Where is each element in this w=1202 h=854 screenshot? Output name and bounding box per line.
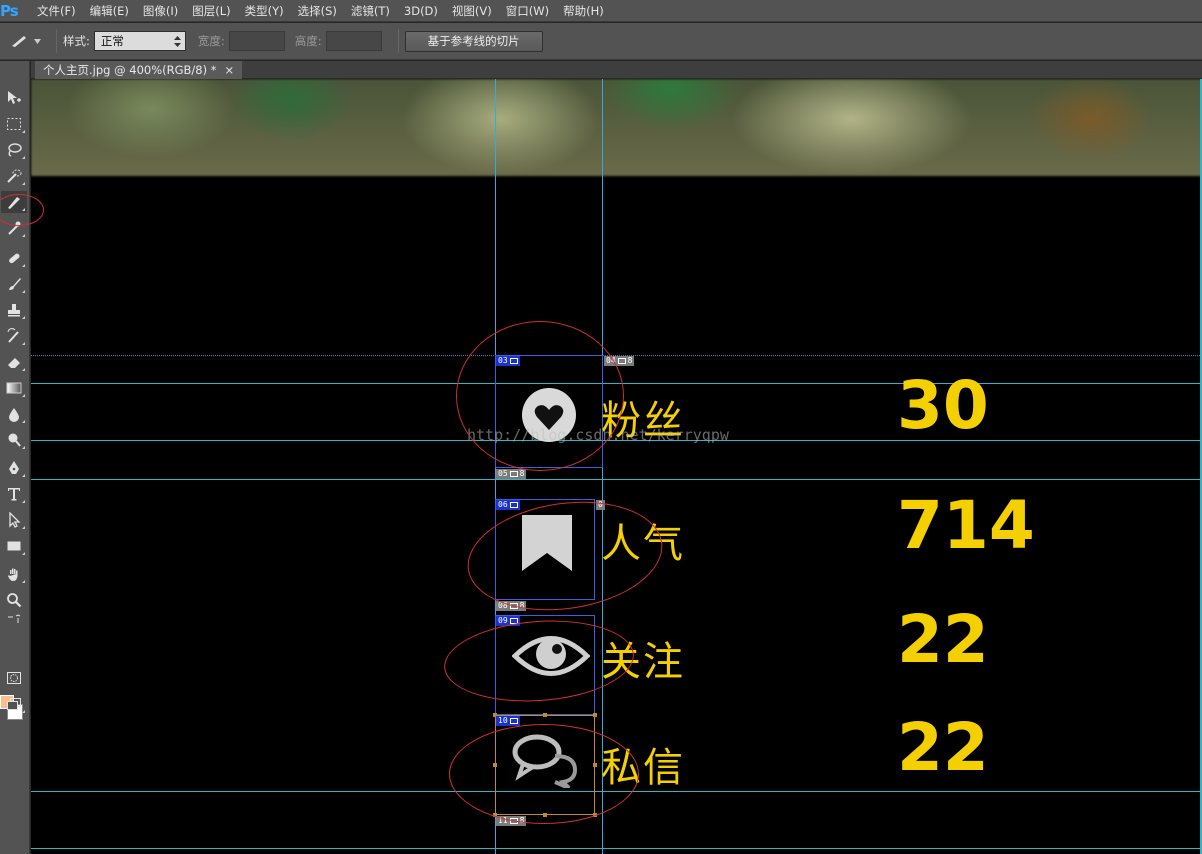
lasso-icon [8, 143, 22, 157]
annotation-ellipse [441, 614, 637, 708]
rectangle-shape-icon [7, 541, 21, 551]
tool-preset-picker[interactable] [0, 34, 50, 48]
background-photo-strip [31, 79, 1202, 176]
tools-panel [0, 61, 30, 854]
marquee-tool[interactable] [1, 113, 27, 135]
menu-select[interactable]: 选择(S) [291, 0, 344, 22]
width-label: 宽度: [197, 34, 225, 48]
menu-edit[interactable]: 编辑(E) [83, 0, 136, 22]
options-bar: 样式: 正常 宽度: 高度: 基于参考线的切片 [0, 23, 1202, 60]
quick-mask-icon [7, 672, 21, 684]
menu-window[interactable]: 窗口(W) [499, 0, 556, 22]
width-input[interactable] [228, 31, 285, 51]
blur-tool[interactable] [1, 403, 27, 425]
slice-tag: 06 [496, 500, 520, 510]
menu-3d[interactable]: 3D(D) [397, 0, 445, 22]
guide-line [31, 479, 1202, 480]
options-divider [397, 29, 399, 53]
move-tool[interactable] [1, 87, 27, 109]
magnifier-icon [7, 593, 22, 608]
bandage-icon [9, 253, 20, 264]
menu-filter[interactable]: 滤镜(T) [344, 0, 397, 22]
close-tab-icon[interactable]: × [225, 61, 235, 79]
pen-icon [9, 461, 19, 474]
stat-value-messages: 22 [897, 709, 989, 786]
rectangle-tool[interactable] [1, 535, 27, 557]
slices-from-guides-button[interactable]: 基于参考线的切片 [404, 30, 543, 52]
menu-image[interactable]: 图像(I) [136, 0, 185, 22]
slice-envelope-icon [509, 718, 518, 724]
stat-value-popularity: 714 [897, 487, 1035, 564]
gradient-tool[interactable] [1, 377, 27, 399]
eraser-icon [8, 358, 20, 368]
stamp-tool[interactable] [1, 299, 27, 321]
healing-brush-tool[interactable] [1, 247, 27, 269]
slice-tool-icon [11, 36, 26, 47]
style-label: 样式: [63, 34, 90, 48]
gradient-icon [6, 382, 22, 394]
annotation-ellipse [460, 489, 670, 623]
swap-arrows-icon [8, 614, 21, 623]
brush-tool[interactable] [1, 273, 27, 295]
history-brush-icon [7, 328, 19, 343]
pen-tool[interactable] [1, 457, 27, 479]
annotation-ellipse [449, 724, 639, 824]
photoshop-logo: Ps [0, 1, 19, 20]
slice-tag: 10 [496, 716, 520, 726]
document-tab-bar: 个人主页.jpg @ 400%(RGB/8) * × [31, 61, 1202, 79]
updown-arrows-icon [173, 35, 181, 47]
style-select-value: 正常 [100, 34, 124, 48]
stat-value-fans: 30 [897, 367, 989, 444]
hand-tool[interactable] [1, 563, 27, 585]
hand-icon [8, 568, 18, 581]
type-tool[interactable] [1, 483, 27, 505]
annotation-ellipse [456, 321, 624, 471]
document-canvas[interactable]: 03 04 8 05 8 06 0 08 8 09 10 11 8 粉丝 人气 关注 私… [31, 79, 1202, 854]
chevron-down-icon [33, 38, 41, 44]
path-selection-tool[interactable] [1, 509, 27, 531]
menu-bar: Ps 文件(F) 编辑(E) 图像(I) 图层(L) 类型(Y) 选择(S) 滤… [0, 0, 1202, 22]
menu-type[interactable]: 类型(Y) [238, 0, 291, 22]
height-input[interactable] [325, 31, 382, 51]
document-tab-title: 个人主页.jpg @ 400%(RGB/8) * [43, 63, 217, 77]
style-select[interactable]: 正常 [93, 31, 186, 51]
document-tab[interactable]: 个人主页.jpg @ 400%(RGB/8) * × [35, 61, 243, 79]
slice-envelope-icon [509, 502, 518, 508]
menu-help[interactable]: 帮助(H) [556, 0, 611, 22]
screen-mode-button[interactable] [1, 693, 27, 715]
move-icon [8, 91, 21, 104]
path-select-arrow-icon [9, 512, 21, 528]
quick-selection-tool[interactable] [1, 165, 27, 187]
lasso-tool[interactable] [1, 139, 27, 161]
rect-marquee-icon [7, 118, 21, 130]
stamp-icon [8, 304, 20, 317]
guide-line [31, 848, 1202, 849]
slice-envelope-icon [617, 358, 626, 364]
eraser-tool[interactable] [1, 351, 27, 373]
menu-view[interactable]: 视图(V) [445, 0, 499, 22]
slice-handle[interactable] [593, 713, 597, 717]
screen-mode-icon [7, 698, 21, 710]
type-t-icon [8, 488, 20, 501]
brush-icon [9, 278, 21, 290]
menu-file[interactable]: 文件(F) [30, 0, 83, 22]
quick-selection-icon [7, 169, 22, 183]
quick-mask-button[interactable] [1, 667, 27, 689]
slice-envelope-icon [509, 471, 518, 477]
zoom-tool[interactable] [1, 589, 27, 611]
height-label: 高度: [294, 34, 322, 48]
stat-value-following: 22 [897, 601, 989, 678]
droplet-icon [9, 408, 19, 422]
options-divider [56, 29, 57, 53]
menu-layer[interactable]: 图层(L) [185, 0, 237, 22]
swap-colors-button[interactable] [1, 613, 27, 627]
dodge-tool[interactable] [1, 429, 27, 451]
slice-handle[interactable] [543, 713, 547, 717]
dodge-icon [8, 433, 21, 447]
history-brush-tool[interactable] [1, 325, 27, 347]
slice-tag: 05 8 [496, 469, 527, 479]
